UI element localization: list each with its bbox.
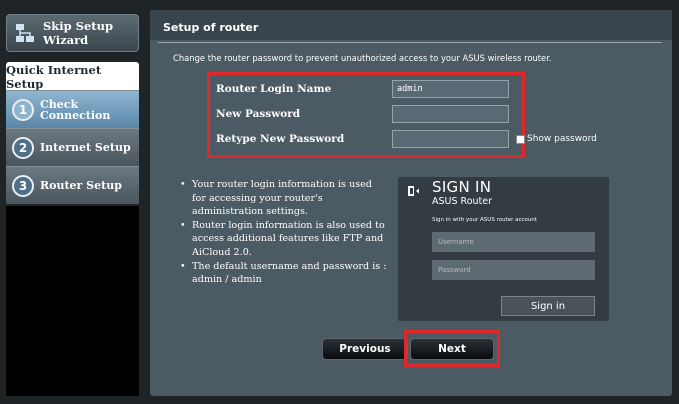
show-password-checkbox[interactable] [516, 134, 525, 144]
next-button[interactable]: Next [410, 338, 494, 360]
sidebar-empty-area [6, 206, 139, 396]
step-check-connection[interactable]: 1 Check Connection [6, 90, 139, 128]
signin-password-input[interactable] [432, 260, 595, 280]
step-label: Internet Setup [40, 141, 131, 154]
list-item: The default username and password is : a… [178, 260, 388, 287]
login-name-label: Router Login Name [216, 83, 332, 95]
skip-setup-label: Skip Setup Wizard [43, 19, 114, 47]
signin-username-input[interactable] [432, 232, 595, 252]
quick-setup-title: Quick Internet Setup [6, 63, 102, 91]
signin-subtitle: ASUS Router [432, 196, 493, 207]
show-password-option: Show password [516, 134, 597, 144]
skip-setup-wizard-button[interactable]: Skip Setup Wizard [6, 14, 139, 52]
signin-button[interactable]: Sign in [501, 296, 595, 316]
step-label: Check Connection [40, 97, 111, 122]
step-number-3: 3 [12, 174, 34, 197]
list-item: Router login information is also used to… [178, 219, 388, 260]
new-password-input[interactable] [392, 105, 509, 123]
network-icon [15, 23, 35, 43]
page-description: Change the router password to prevent un… [173, 53, 552, 63]
header-divider [158, 42, 662, 43]
signin-note: Sign in with your ASUS router account [432, 217, 538, 223]
page-title: Setup of router [163, 21, 259, 34]
retype-password-input[interactable] [392, 130, 509, 148]
signin-icon [408, 182, 420, 196]
previous-button[interactable]: Previous [322, 338, 408, 360]
step-label: Router Setup [40, 179, 122, 192]
step-number-1: 1 [12, 98, 34, 121]
step-number-2: 2 [12, 136, 34, 159]
list-item: Your router login information is used fo… [178, 178, 388, 219]
retype-password-label: Retype New Password [216, 133, 345, 145]
signin-title: SIGN IN [432, 178, 492, 196]
show-password-label: Show password [527, 134, 597, 144]
step-internet-setup[interactable]: 2 Internet Setup [6, 128, 139, 166]
new-password-label: New Password [216, 108, 301, 120]
info-list: Your router login information is used fo… [178, 178, 388, 287]
login-name-input[interactable] [392, 80, 509, 98]
step-router-setup[interactable]: 3 Router Setup [6, 166, 139, 204]
